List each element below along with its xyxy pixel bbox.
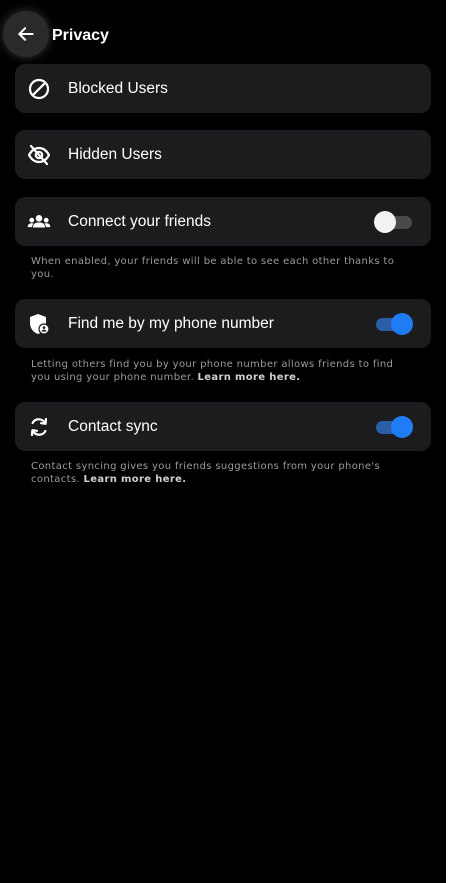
eye-off-icon — [27, 143, 51, 167]
right-edge-border — [446, 0, 451, 883]
header: Privacy — [0, 0, 446, 64]
connect-friends-toggle[interactable] — [374, 211, 412, 233]
shield-user-icon — [27, 312, 51, 336]
block-icon — [27, 77, 51, 101]
find-by-phone-toggle[interactable] — [376, 313, 413, 335]
connect-friends-helper-text: When enabled, your friends will be able … — [31, 256, 395, 280]
page-title: Privacy — [52, 27, 109, 44]
privacy-screen: Privacy Blocked Users Hidden Users Conne… — [0, 0, 446, 883]
arrow-left-icon — [18, 27, 34, 41]
contact-sync-row[interactable]: Contact sync — [15, 402, 431, 451]
find-by-phone-helper: Letting others find you by your phone nu… — [31, 359, 416, 384]
blocked-users-label: Blocked Users — [68, 80, 168, 97]
connect-friends-helper: When enabled, your friends will be able … — [31, 256, 416, 281]
contact-sync-toggle[interactable] — [376, 416, 413, 438]
find-by-phone-learn-more-link[interactable]: Learn more here. — [198, 372, 301, 383]
toggle-knob — [391, 313, 413, 335]
back-button[interactable] — [3, 11, 49, 57]
contact-sync-helper: Contact syncing gives you friends sugges… — [31, 461, 416, 486]
connect-friends-label: Connect your friends — [68, 213, 212, 230]
hidden-users-label: Hidden Users — [68, 146, 162, 163]
hidden-users-row[interactable]: Hidden Users — [15, 130, 431, 179]
sync-icon — [27, 415, 51, 439]
connect-friends-row[interactable]: Connect your friends — [15, 197, 431, 246]
contact-sync-learn-more-link[interactable]: Learn more here. — [84, 474, 187, 485]
toggle-knob — [391, 416, 413, 438]
toggle-knob — [374, 211, 396, 233]
contact-sync-label: Contact sync — [68, 418, 158, 435]
find-by-phone-row[interactable]: Find me by my phone number — [15, 299, 431, 348]
group-icon — [27, 210, 51, 234]
blocked-users-row[interactable]: Blocked Users — [15, 64, 431, 113]
find-by-phone-label: Find me by my phone number — [68, 315, 274, 332]
